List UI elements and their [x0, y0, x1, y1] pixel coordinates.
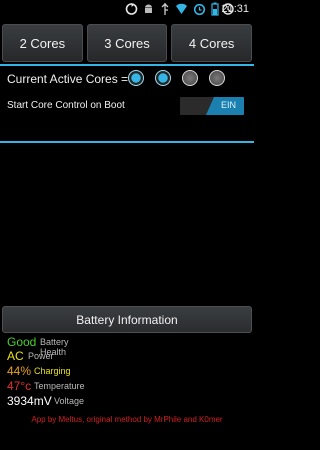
active-cores-row: Current Active Cores = — [7, 70, 251, 88]
boot-toggle[interactable]: EIN — [180, 97, 244, 115]
three-cores-button[interactable]: 3 Cores — [86, 24, 168, 62]
wifi-icon — [176, 3, 187, 14]
middle-divider — [0, 141, 254, 143]
power-value: AC — [7, 349, 24, 363]
four-cores-button[interactable]: 4 Cores — [171, 24, 253, 62]
active-cores-label: Current Active Cores = — [7, 72, 129, 86]
two-cores-button[interactable]: 2 Cores — [2, 24, 83, 62]
core-2-indicator[interactable] — [155, 70, 171, 86]
core-3-indicator[interactable] — [182, 70, 198, 86]
battery-icon — [211, 2, 219, 16]
voltage-value: 3934mV — [7, 394, 52, 408]
core-4-indicator[interactable] — [209, 70, 225, 86]
android-robot-icon — [145, 4, 152, 13]
charging-value: 44% — [7, 364, 32, 378]
temperature-value: 47°c — [7, 379, 32, 393]
battery-information-button[interactable]: Battery Information — [2, 306, 252, 333]
sync-icon — [125, 3, 138, 15]
charging-label: Charging — [34, 366, 71, 376]
alarm-icon — [193, 3, 206, 16]
toggle-text: EIN — [220, 100, 236, 110]
boot-row: Start Core Control on Boot EIN — [7, 97, 247, 117]
battery-health-value: Good — [7, 335, 37, 349]
power-label: Power — [28, 351, 54, 361]
core-1-indicator[interactable] — [128, 70, 144, 86]
core-button-row: 2 Cores 3 Cores 4 Cores — [0, 22, 254, 62]
boot-label: Start Core Control on Boot — [7, 100, 125, 111]
footer-credit: App by Meltus, original method by MrPhil… — [31, 415, 223, 424]
usb-debug-icon — [161, 3, 169, 15]
status-bar: 21:31 — [0, 0, 254, 18]
temperature-label: Temperature — [34, 381, 85, 391]
clock: 21:31 — [221, 3, 249, 15]
voltage-label: Voltage — [54, 396, 85, 406]
top-divider — [0, 64, 254, 66]
